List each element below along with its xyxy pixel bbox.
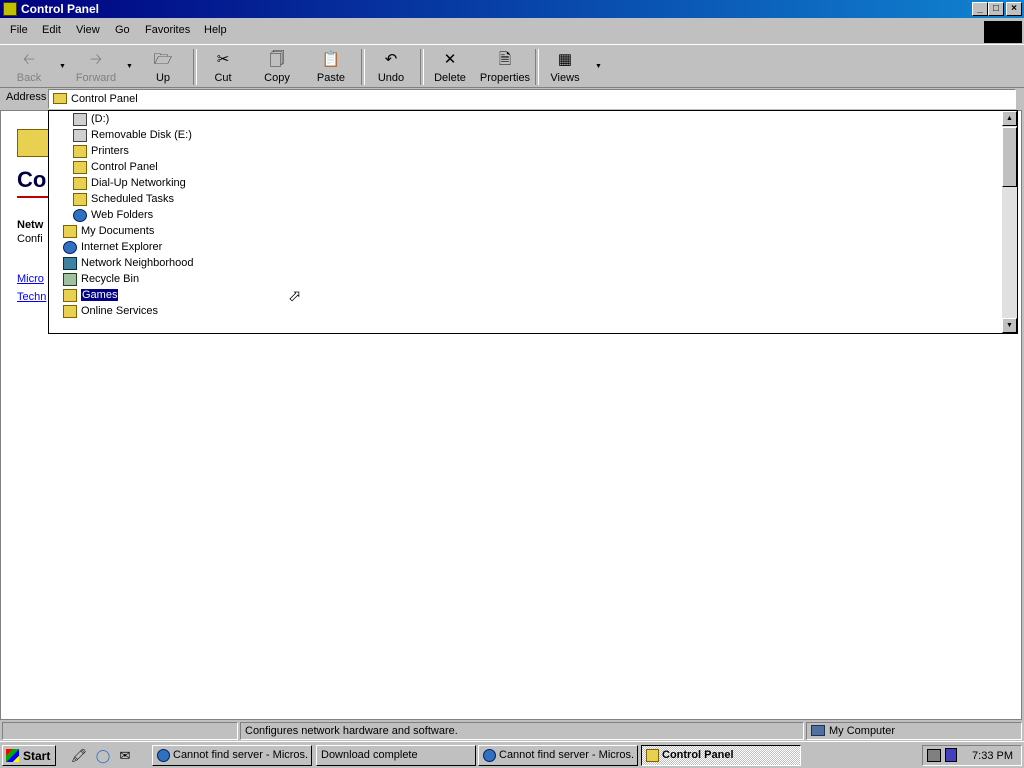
scroll-down-button[interactable]: ▼ — [1002, 318, 1017, 333]
back-dropdown-icon[interactable]: ▼ — [59, 63, 66, 70]
folder-icon — [63, 289, 77, 302]
selected-item-description: Confi — [17, 233, 43, 245]
system-tray: 7:33 PM — [922, 745, 1022, 766]
show-desktop-icon[interactable]: 🖍 — [70, 747, 88, 765]
address-bar: Address Control Panel ▼ — [0, 88, 1024, 110]
restore-button[interactable]: □ — [988, 2, 1004, 16]
views-grid-icon: ▦ — [557, 51, 573, 68]
cd-drive-icon — [73, 113, 87, 126]
taskbar-item[interactable]: Download complete — [316, 745, 476, 766]
address-dropdown-list: (D:) Removable Disk (E:) Printers Contro… — [48, 110, 1018, 334]
scroll-up-button[interactable]: ▲ — [1002, 111, 1017, 126]
status-bar: Configures network hardware and software… — [0, 721, 1024, 741]
recycle-bin-icon — [63, 273, 77, 286]
status-zone: My Computer — [829, 725, 896, 737]
delete-button[interactable]: ✕ Delete — [424, 49, 476, 87]
network-neighborhood-icon — [63, 257, 77, 270]
removable-disk-icon — [73, 129, 87, 142]
copy-button[interactable]: 🗍 Copy — [251, 49, 303, 87]
internet-explorer-icon[interactable]: ◯ — [94, 747, 112, 765]
taskbar-item-active[interactable]: Control Panel — [641, 745, 801, 766]
forward-arrow-icon: 🡢 — [89, 51, 103, 68]
taskbar-item[interactable]: Cannot find server - Micros... — [478, 745, 638, 766]
undo-icon: ↶ — [384, 51, 398, 68]
control-panel-icon — [646, 749, 659, 762]
status-description: Configures network hardware and software… — [245, 725, 458, 737]
printers-folder-icon — [73, 145, 87, 158]
taskbar-item[interactable]: Cannot find server - Micros... — [152, 745, 312, 766]
clipboard-icon: 📋 — [321, 51, 341, 68]
internet-explorer-icon — [63, 241, 77, 254]
address-value: Control Panel — [71, 93, 138, 105]
control-panel-icon — [53, 93, 67, 104]
taskbar: Start 🖍 ◯ ✉ Cannot find server - Micros.… — [0, 741, 1024, 768]
minimize-button[interactable]: _ — [972, 2, 988, 16]
menu-file[interactable]: File — [10, 24, 28, 36]
clock[interactable]: 7:33 PM — [972, 750, 1013, 762]
up-button[interactable]: 🗁 Up — [137, 49, 189, 87]
folder-icon — [63, 305, 77, 318]
scissors-icon: ✂ — [216, 51, 230, 68]
page-title: Co — [17, 167, 47, 192]
status-pane-zone: My Computer — [806, 722, 1022, 740]
menu-go[interactable]: Go — [115, 24, 130, 36]
web-folders-icon — [73, 209, 87, 222]
windows-logo-icon — [6, 749, 19, 762]
address-input[interactable]: Control Panel ▼ — [48, 89, 1016, 109]
delete-x-icon: ✕ — [443, 51, 457, 68]
internet-explorer-icon — [157, 749, 170, 762]
dialup-networking-icon — [73, 177, 87, 190]
control-panel-large-icon — [17, 129, 49, 157]
start-button[interactable]: Start — [2, 745, 56, 766]
network-tray-icon[interactable] — [927, 749, 941, 762]
windows-logo-icon — [984, 21, 1022, 43]
menu-edit[interactable]: Edit — [42, 24, 61, 36]
forward-dropdown-icon[interactable]: ▼ — [126, 63, 133, 70]
control-panel-icon — [3, 2, 17, 16]
forward-button[interactable]: 🡢 Forward — [70, 49, 122, 87]
views-button[interactable]: ▦ Views — [539, 49, 591, 87]
dropdown-scrollbar[interactable]: ▲ ▼ — [1002, 111, 1017, 333]
outlook-express-icon[interactable]: ✉ — [116, 747, 134, 765]
undo-button[interactable]: ↶ Undo — [365, 49, 417, 87]
control-panel-icon — [73, 161, 87, 174]
menu-favorites[interactable]: Favorites — [145, 24, 190, 36]
properties-icon: 🗎 — [498, 51, 512, 68]
link-technical-support[interactable]: Techn — [17, 291, 46, 303]
copy-icon: 🗍 — [269, 51, 285, 68]
back-arrow-icon: 🡠 — [22, 51, 36, 68]
antivirus-shield-icon[interactable] — [945, 748, 957, 762]
scroll-thumb[interactable] — [1002, 127, 1017, 187]
window-title: Control Panel — [21, 2, 100, 16]
up-folder-icon: 🗁 — [153, 51, 173, 68]
address-label: Address — [6, 91, 47, 103]
scheduled-tasks-icon — [73, 193, 87, 206]
menu-view[interactable]: View — [76, 24, 100, 36]
close-button[interactable]: × — [1006, 2, 1022, 16]
status-pane-description: Configures network hardware and software… — [240, 722, 804, 740]
my-documents-icon — [63, 225, 77, 238]
my-computer-icon — [811, 725, 825, 736]
properties-button[interactable]: 🗎 Properties — [477, 49, 533, 87]
views-dropdown-icon[interactable]: ▼ — [595, 63, 602, 70]
link-microsoft[interactable]: Micro — [17, 273, 44, 285]
selected-item-name: Netw — [17, 219, 44, 231]
menu-bar: File Edit View Go Favorites Help — [0, 20, 1024, 42]
title-bar[interactable]: Control Panel _ □ × — [0, 0, 1024, 18]
mouse-pointer-icon: ⬀ — [288, 288, 302, 305]
toolbar: 🡠 Back ▼ 🡢 Forward ▼ 🗁 Up ✂ Cut 🗍 Copy 📋… — [0, 44, 1024, 88]
cut-button[interactable]: ✂ Cut — [197, 49, 249, 87]
back-button[interactable]: 🡠 Back — [3, 49, 55, 87]
paste-button[interactable]: 📋 Paste — [305, 49, 357, 87]
menu-help[interactable]: Help — [204, 24, 227, 36]
status-pane-empty — [2, 722, 238, 740]
internet-explorer-icon — [483, 749, 496, 762]
